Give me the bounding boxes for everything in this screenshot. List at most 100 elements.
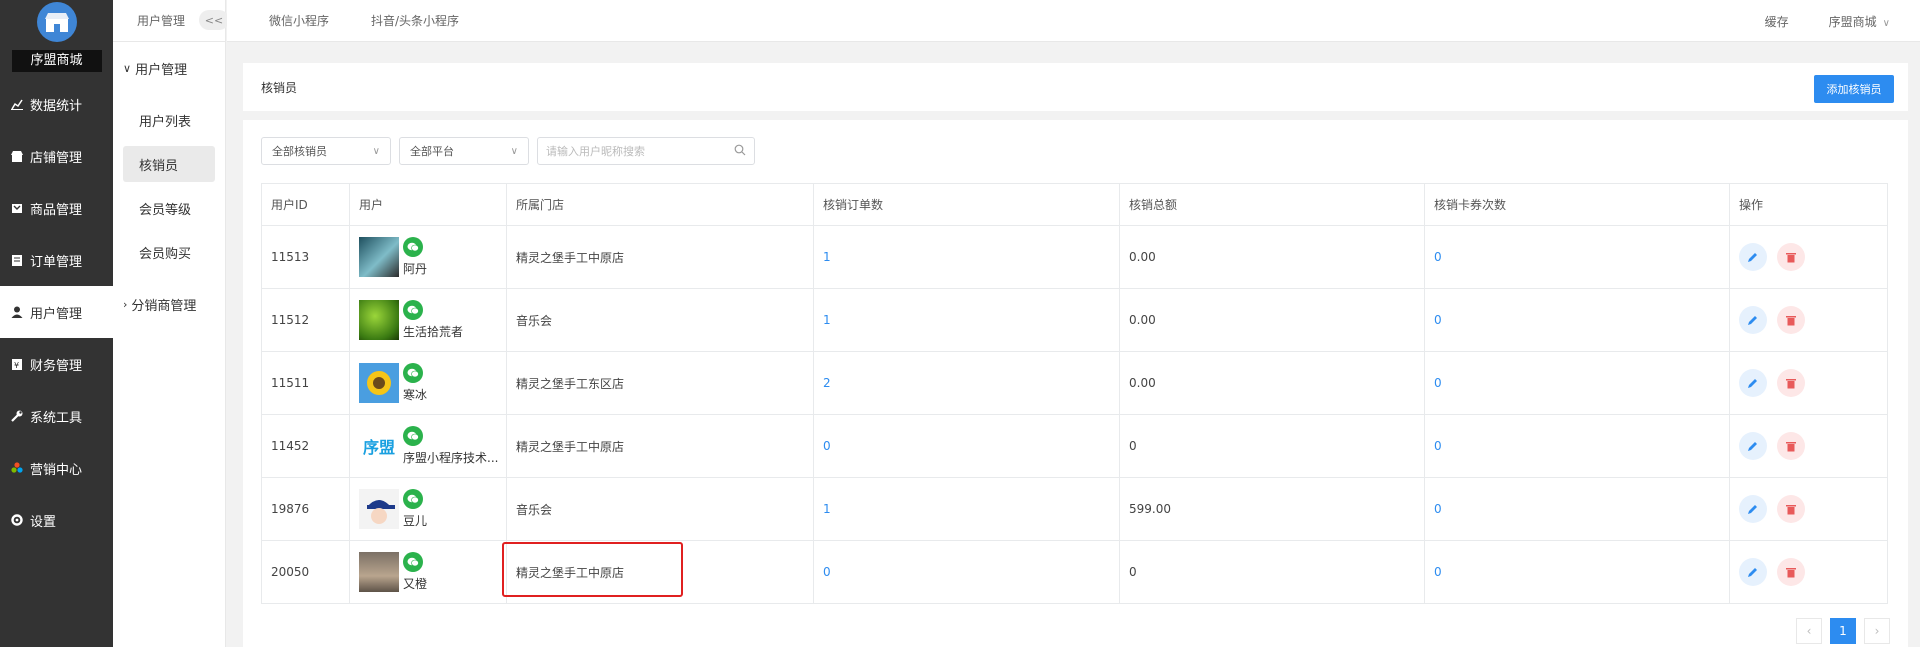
table-row: 20050 又橙 精灵之堡手工中原店 0 0 0 [261, 540, 1888, 604]
verifier-select[interactable]: 全部核销员 ∨ [261, 137, 391, 165]
sidebar-item-settings[interactable]: 设置 [0, 494, 113, 546]
sidebar-item-users[interactable]: 用户管理 [0, 286, 113, 338]
account-name: 序盟商城 [1828, 14, 1877, 29]
coupon-count-link[interactable]: 0 [1434, 439, 1442, 453]
sidebar-item-finance[interactable]: ¥ 财务管理 [0, 338, 113, 390]
coupon-count-link[interactable]: 0 [1434, 565, 1442, 579]
table-row: 19876 豆儿 音乐会 1 599.00 0 [261, 477, 1888, 541]
wechat-icon [403, 363, 423, 383]
column-header: 操作 [1729, 183, 1888, 226]
total-amount: 0.00 [1119, 288, 1425, 352]
total-amount: 0.00 [1119, 225, 1425, 289]
edit-button[interactable] [1739, 306, 1767, 334]
add-verifier-button[interactable]: 添加核销员 [1814, 75, 1894, 103]
delete-button[interactable] [1777, 558, 1805, 586]
next-page-button[interactable]: › [1864, 618, 1890, 644]
submenu-item-member-purchase[interactable]: 会员购买 [123, 234, 215, 270]
user-name: 阿丹 [403, 262, 428, 276]
sidebar-item-label: 商品管理 [30, 202, 83, 218]
tab-wechat-miniapp[interactable]: 微信小程序 [269, 12, 329, 29]
tab-douyin-miniapp[interactable]: 抖音/头条小程序 [371, 12, 459, 29]
search-icon[interactable] [734, 144, 746, 159]
edit-button[interactable] [1739, 495, 1767, 523]
submenu-group-label: 分销商管理 [131, 298, 197, 314]
collapse-button[interactable]: << [199, 10, 229, 30]
column-header: 核销卡券次数 [1424, 183, 1730, 226]
main-sidebar: 序盟商城 数据统计 店铺管理 商品管理 订单管理 用户管理 ¥ 财务管理 系统工… [0, 0, 113, 647]
order-count-link[interactable]: 2 [823, 376, 831, 390]
table-row: 11452 序盟 序盟小程序技术... 精灵之堡手工中原店 0 0 0 [261, 414, 1888, 478]
order-count-link[interactable]: 0 [823, 565, 831, 579]
sidebar-item-marketing[interactable]: 营销中心 [0, 442, 113, 494]
chevron-down-icon: ∨ [1882, 17, 1890, 29]
row-actions [1739, 432, 1887, 460]
sidebar-item-stats[interactable]: 数据统计 [0, 78, 113, 130]
delete-button[interactable] [1777, 243, 1805, 271]
edit-button[interactable] [1739, 369, 1767, 397]
submenu-item-member-level[interactable]: 会员等级 [123, 190, 215, 226]
wechat-icon [403, 300, 423, 320]
select-value: 全部核销员 [272, 145, 327, 158]
submenu-item-user-list[interactable]: 用户列表 [123, 102, 215, 138]
search-input[interactable] [546, 144, 726, 158]
submenu-item-verifier[interactable]: 核销员 [123, 146, 215, 182]
user-name: 生活拾荒者 [403, 325, 464, 339]
delete-button[interactable] [1777, 369, 1805, 397]
column-header: 用户ID [261, 183, 350, 226]
sidebar-item-order[interactable]: 订单管理 [0, 234, 113, 286]
chevron-down-icon: ∨ [123, 61, 132, 75]
submenu-group-distributor[interactable]: › 分销商管理 [113, 278, 225, 330]
user-cell: 豆儿 [349, 477, 507, 541]
submenu-group-label: 用户管理 [135, 62, 188, 78]
order-icon [10, 253, 24, 267]
user-name: 豆儿 [403, 514, 428, 528]
account-menu[interactable]: 序盟商城 ∨ [1829, 13, 1890, 30]
sidebar-item-goods[interactable]: 商品管理 [0, 182, 113, 234]
user-name: 寒冰 [403, 388, 428, 402]
order-count-link[interactable]: 0 [823, 439, 831, 453]
wrench-icon [10, 409, 24, 423]
wechat-icon [403, 489, 423, 509]
top-bar-right: 缓存 序盟商城 ∨ [1765, 0, 1890, 42]
submenu-group-users[interactable]: ∨ 用户管理 [113, 42, 225, 94]
platform-select[interactable]: 全部平台 ∨ [399, 137, 529, 165]
total-amount: 599.00 [1119, 477, 1425, 541]
cache-button[interactable]: 缓存 [1765, 13, 1789, 30]
row-actions [1739, 369, 1887, 397]
delete-button[interactable] [1777, 306, 1805, 334]
column-header: 核销订单数 [813, 183, 1120, 226]
coupon-count-link[interactable]: 0 [1434, 376, 1442, 390]
prev-page-button[interactable]: ‹ [1796, 618, 1822, 644]
coupon-count-link[interactable]: 0 [1434, 250, 1442, 264]
sidebar-item-label: 营销中心 [30, 462, 83, 478]
coupon-count-link[interactable]: 0 [1434, 502, 1442, 516]
order-count-link[interactable]: 1 [823, 502, 831, 516]
store-name: 精灵之堡手工中原店 [506, 540, 814, 604]
store-icon [10, 149, 24, 163]
avatar [359, 552, 399, 592]
sidebar-item-tools[interactable]: 系统工具 [0, 390, 113, 442]
delete-button[interactable] [1777, 495, 1805, 523]
coupon-count-link[interactable]: 0 [1434, 313, 1442, 327]
edit-button[interactable] [1739, 243, 1767, 271]
verifier-table: 用户ID 用户 所属门店 核销订单数 核销总额 核销卡券次数 操作 11513 … [261, 183, 1888, 604]
order-count-link[interactable]: 1 [823, 313, 831, 327]
user-cell: 生活拾荒者 [349, 288, 507, 352]
edit-button[interactable] [1739, 558, 1767, 586]
edit-button[interactable] [1739, 432, 1767, 460]
user-id: 19876 [261, 477, 350, 541]
sidebar-item-store[interactable]: 店铺管理 [0, 130, 113, 182]
sidebar-item-label: 财务管理 [30, 358, 83, 374]
delete-button[interactable] [1777, 432, 1805, 460]
sidebar-item-label: 设置 [30, 514, 57, 530]
page-number-button[interactable]: 1 [1830, 618, 1856, 644]
user-cell: 序盟 序盟小程序技术... [349, 414, 507, 478]
column-header: 用户 [349, 183, 507, 226]
order-count-link[interactable]: 1 [823, 250, 831, 264]
user-cell: 寒冰 [349, 351, 507, 415]
chevron-down-icon: ∨ [372, 145, 380, 157]
column-header: 核销总额 [1119, 183, 1425, 226]
user-icon [10, 305, 24, 319]
svg-text:¥: ¥ [14, 361, 19, 370]
total-amount: 0.00 [1119, 351, 1425, 415]
